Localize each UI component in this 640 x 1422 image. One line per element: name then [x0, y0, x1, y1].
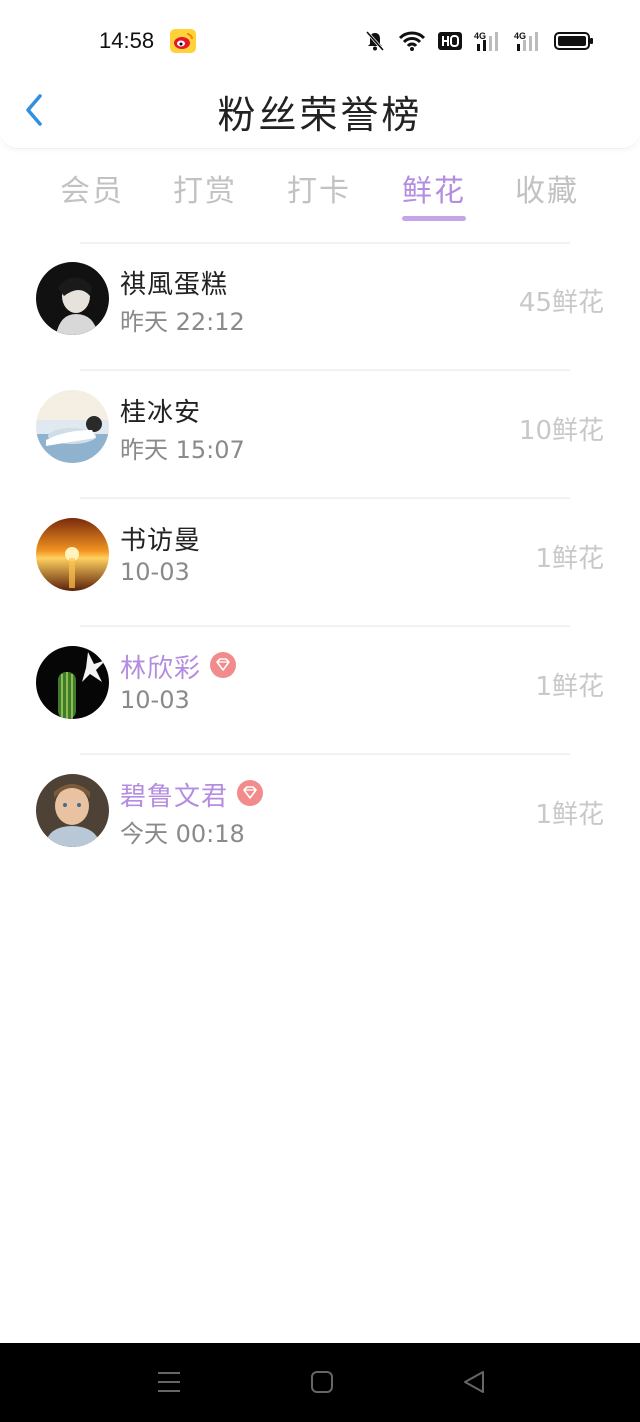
flower-count: 1鲜花: [535, 544, 604, 574]
menu-icon[interactable]: [156, 1369, 182, 1399]
avatar: [36, 390, 109, 463]
fan-name: 碧鲁文君: [120, 782, 229, 812]
list-item[interactable]: 林欣彩 10-03 1鲜花: [0, 626, 640, 754]
home-square-icon[interactable]: [309, 1369, 335, 1399]
tab-flowers[interactable]: 鲜花: [389, 166, 479, 210]
header: 粉丝荣誉榜: [0, 60, 640, 149]
list-item[interactable]: 书访曼 10-03 1鲜花: [0, 498, 640, 626]
mute-bell-icon: [364, 30, 386, 52]
diamond-icon: [210, 652, 236, 678]
signal-4g-icon: 4G: [514, 30, 542, 52]
diamond-icon: [237, 780, 263, 806]
svg-text:4G: 4G: [474, 31, 486, 41]
flower-count: 45鲜花: [518, 288, 604, 318]
fan-time: 昨天 15:07: [120, 436, 245, 464]
fan-time: 昨天 22:12: [120, 308, 245, 336]
status-time: 14:58: [99, 28, 155, 53]
back-triangle-icon[interactable]: [461, 1369, 487, 1399]
fan-name: 书访曼: [120, 526, 202, 556]
flower-count: 1鲜花: [535, 672, 604, 702]
avatar: [36, 518, 109, 591]
system-nav-bar: [0, 1343, 640, 1422]
page-title: 粉丝荣誉榜: [217, 93, 423, 137]
flower-count: 10鲜花: [518, 416, 604, 446]
battery-icon: [554, 31, 594, 51]
tab-reward[interactable]: 打赏: [160, 166, 250, 210]
fan-time: 10-03: [120, 686, 190, 714]
list-item[interactable]: 碧鲁文君 今天 00:18 1鲜花: [0, 754, 640, 882]
fan-name: 林欣彩: [120, 654, 202, 684]
tab-checkin[interactable]: 打卡: [274, 166, 364, 210]
avatar: [36, 646, 109, 719]
list-item[interactable]: 桂冰安 昨天 15:07 10鲜花: [0, 370, 640, 498]
tab-member[interactable]: 会员: [47, 166, 137, 210]
tab-favorites[interactable]: 收藏: [502, 166, 592, 210]
tab-bar: 会员 打赏 打卡 鲜花 收藏: [0, 160, 640, 230]
hd-icon: [438, 31, 462, 51]
fan-name: 祺風蛋糕: [120, 270, 229, 300]
avatar: [36, 774, 109, 847]
avatar: [36, 262, 109, 335]
fan-time: 今天 00:18: [120, 820, 245, 848]
fan-time: 10-03: [120, 558, 190, 586]
svg-text:4G: 4G: [514, 31, 526, 41]
fan-name: 桂冰安: [120, 398, 202, 428]
list-item[interactable]: 祺風蛋糕 昨天 22:12 45鲜花: [0, 242, 640, 370]
weibo-icon: [170, 29, 196, 53]
signal-4g-icon: 4G: [474, 30, 502, 52]
flower-count: 1鲜花: [535, 800, 604, 830]
active-tab-indicator: [402, 216, 466, 221]
wifi-icon: [398, 30, 426, 52]
